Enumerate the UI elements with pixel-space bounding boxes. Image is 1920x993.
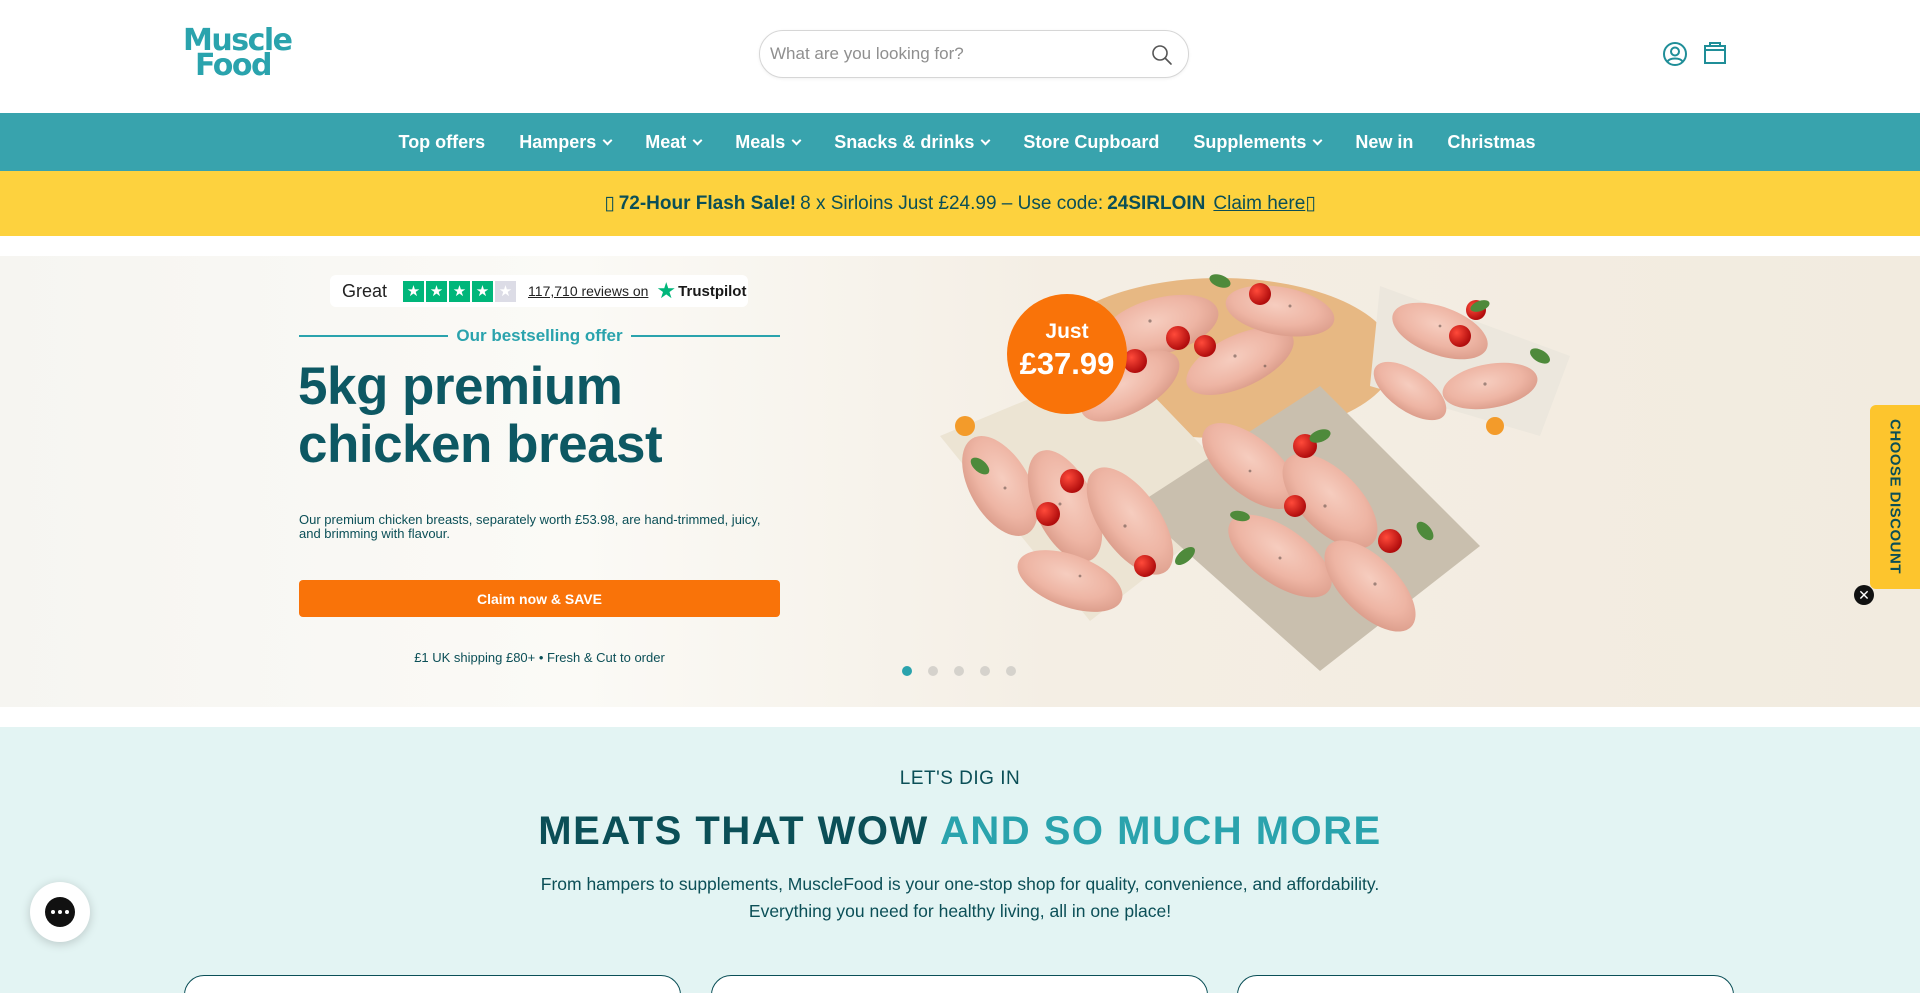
choose-discount-tab[interactable]: CHOOSE DISCOUNT	[1870, 405, 1920, 589]
chevron-down-icon	[1312, 135, 1323, 145]
main-navigation: Top offers Hampers Meat Meals Snacks & drink…	[0, 113, 1920, 171]
chevron-down-icon	[791, 135, 802, 145]
close-icon[interactable]: ✕	[1854, 585, 1874, 605]
shipping-note: £1 UK shipping £80+ • Fresh & Cut to ord…	[414, 650, 665, 665]
nav-item-label: Hampers	[519, 131, 597, 152]
hero-title-line1: 5kg premium	[298, 357, 623, 416]
star-icon: ★	[472, 280, 494, 302]
nav-item-christmas[interactable]: Christmas	[1430, 113, 1552, 171]
nav-item-meals[interactable]: Meals	[718, 113, 817, 171]
search-bar	[759, 30, 1189, 78]
carousel-dot[interactable]	[928, 666, 938, 676]
section-description-line1: From hampers to supplements, MuscleFood …	[540, 874, 1380, 894]
bag-icon[interactable]	[1701, 38, 1729, 66]
trustpilot-rating-word: Great	[342, 280, 388, 301]
search-input[interactable]	[770, 37, 1130, 71]
promo-code: 24SIRLOIN	[1107, 192, 1206, 214]
star-icon: ★	[403, 280, 425, 302]
hero-kicker: Our bestselling offer	[299, 324, 780, 348]
claim-now-button[interactable]: Claim now & SAVE	[299, 580, 780, 617]
section-title-part1: MEATS THAT WOW	[538, 809, 929, 853]
promo-text: 8 x Sirloins Just £24.99 – Use code:	[800, 192, 1104, 214]
nav-item-label: Christmas	[1447, 131, 1536, 152]
promo-glyph-left: ▯	[604, 193, 615, 214]
divider	[630, 335, 780, 337]
carousel-dot[interactable]	[1006, 666, 1016, 676]
nav-list: Top offers Hampers Meat Meals Snacks & drink…	[0, 113, 1920, 171]
nav-item-label: Supplements	[1193, 131, 1307, 152]
site-header: Muscle Food	[0, 0, 1920, 113]
nav-item-label: Meat	[645, 131, 687, 152]
promo-glyph-right: ▯	[1305, 193, 1316, 214]
nav-item-label: Meals	[735, 131, 786, 152]
carousel-dot[interactable]	[902, 666, 912, 676]
section-description-line2: Everything you need for healthy living, …	[748, 901, 1172, 921]
nav-item-label: Snacks & drinks	[834, 131, 975, 152]
nav-item-top-offers[interactable]: Top offers	[382, 113, 503, 171]
trustpilot-logo: ★ Trustpilot	[656, 278, 746, 304]
carousel-dot[interactable]	[954, 666, 964, 676]
trustpilot-brand: Trustpilot	[678, 282, 747, 300]
chevron-down-icon	[980, 135, 991, 145]
search-icon[interactable]	[1150, 43, 1174, 67]
hero-banner: Great ★ ★ ★ ★ ★ 117,710 reviews on ★ Tru…	[0, 256, 1920, 707]
choose-discount-label: CHOOSE DISCOUNT	[1886, 419, 1904, 575]
chat-button[interactable]	[30, 882, 90, 942]
promo-claim-link[interactable]: Claim here	[1213, 193, 1305, 215]
nav-item-supplements[interactable]: Supplements	[1176, 113, 1338, 171]
price-value: £37.99	[1019, 346, 1115, 381]
section-kicker: LET'S DIG IN	[899, 768, 1021, 789]
category-card[interactable]	[1237, 975, 1734, 993]
star-icon: ★	[449, 280, 471, 302]
star-icon: ★	[495, 280, 517, 302]
nav-item-new-in[interactable]: New in	[1338, 113, 1430, 171]
hero-title-line2: chicken breast	[298, 415, 663, 474]
nav-item-store-cupboard[interactable]: Store Cupboard	[1006, 113, 1176, 171]
section-title: MEATS THAT WOW AND SO MUCH MORE	[0, 809, 1920, 854]
account-icon[interactable]	[1661, 40, 1689, 68]
chevron-down-icon	[692, 135, 703, 145]
hero-kicker-text: Our bestselling offer	[456, 326, 623, 345]
nav-item-hampers[interactable]: Hampers	[502, 113, 628, 171]
trustpilot-star-icon: ★	[656, 278, 677, 303]
hero-title: 5kg premium chicken breast	[298, 358, 778, 474]
nav-item-meat[interactable]: Meat	[628, 113, 718, 171]
nav-item-label: New in	[1355, 131, 1414, 152]
trustpilot-review-count[interactable]: 117,710 reviews on	[528, 283, 648, 299]
musclefood-logo[interactable]: Muscle Food	[183, 26, 301, 81]
price-badge: Just £37.99	[1007, 294, 1127, 414]
hero-description: Our premium chicken breasts, separately …	[299, 512, 761, 541]
star-icon: ★	[426, 280, 448, 302]
section-title-part2: AND SO MUCH MORE	[939, 809, 1382, 853]
category-card[interactable]	[184, 975, 681, 993]
nav-item-snacks-drinks[interactable]: Snacks & drinks	[817, 113, 1006, 171]
price-label: Just	[1045, 320, 1089, 343]
nav-item-label: Top offers	[398, 131, 486, 152]
trustpilot-stars: ★ ★ ★ ★ ★	[403, 280, 517, 302]
promo-headline: 72-Hour Flash Sale!	[618, 192, 797, 214]
divider	[299, 335, 449, 337]
trustpilot-widget[interactable]: Great ★ ★ ★ ★ ★ 117,710 reviews on ★ Tru…	[330, 275, 748, 307]
nav-item-label: Store Cupboard	[1023, 131, 1160, 152]
carousel-pagination	[902, 666, 1016, 676]
promo-banner: ▯ 72-Hour Flash Sale! 8 x Sirloins Just …	[0, 171, 1920, 236]
category-card[interactable]	[711, 975, 1208, 993]
carousel-dot[interactable]	[980, 666, 990, 676]
chevron-down-icon	[602, 135, 613, 145]
section-description: From hampers to supplements, MuscleFood …	[460, 871, 1460, 925]
intro-section: LET'S DIG IN MEATS THAT WOW AND SO MUCH …	[0, 727, 1920, 993]
chat-icon	[45, 897, 75, 927]
